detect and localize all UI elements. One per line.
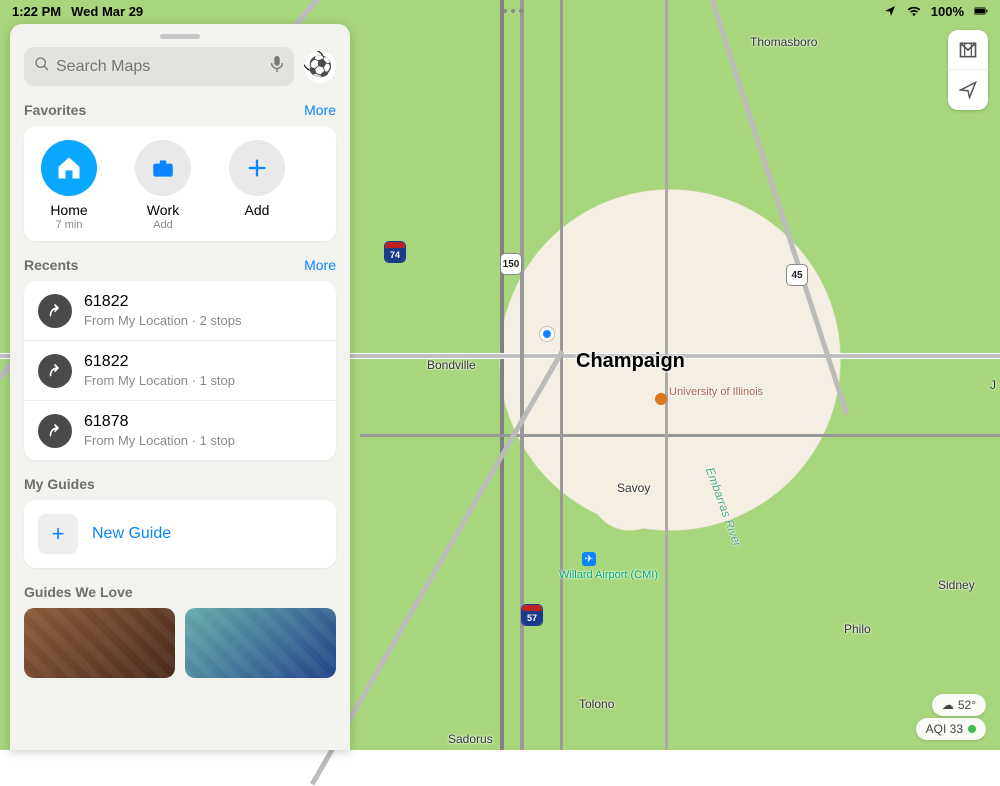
plus-icon [229,140,285,196]
map-label: Philo [844,622,871,636]
profile-avatar[interactable]: ⚽ [304,51,336,83]
favorite-work[interactable]: Work Add [124,140,202,231]
location-services-icon [883,4,897,18]
plus-icon: + [38,514,78,554]
recents-card: 61822 From My Location · 2 stops 61822 Fro… [24,281,336,460]
recents-more-link[interactable]: More [304,257,336,273]
status-time: 1:22 PM [12,4,61,19]
recent-title: 61822 [84,293,242,311]
route-shield-us45: 45 [786,264,808,286]
current-location-dot [540,327,554,341]
map-label: Sidney [938,578,975,592]
recent-subtitle: From My Location · 2 stops [84,313,242,328]
aqi-status-dot [968,725,976,733]
route-shield-us150: 150 [500,253,522,275]
multitask-dots[interactable] [503,9,523,13]
recents-heading: Recents [24,257,78,273]
locate-me-button[interactable] [948,70,988,110]
favorite-add[interactable]: Add [218,140,296,231]
favorite-sublabel: 7 min [30,219,108,231]
map-label: University of Illinois [669,386,763,398]
map-label: Embarras River [703,465,745,548]
cloud-icon: ☁︎ [942,698,954,712]
recent-title: 61878 [84,413,235,431]
guide-tile[interactable] [24,608,175,678]
route-shield-i57: 57 [521,604,543,626]
recent-title: 61822 [84,353,235,371]
weather-pill[interactable]: ☁︎ 52° [932,694,986,716]
battery-icon [974,4,988,18]
university-icon [655,393,667,405]
briefcase-icon [135,140,191,196]
map-label: Thomasboro [750,35,817,49]
dictate-icon[interactable] [270,55,284,78]
house-icon [41,140,97,196]
directions-icon [38,294,72,328]
favorites-heading: Favorites [24,102,86,118]
new-guide-button[interactable]: + New Guide [24,500,336,568]
guide-tile[interactable] [185,608,336,678]
aqi-value: AQI 33 [926,722,963,736]
recent-subtitle: From My Location · 1 stop [84,433,235,448]
search-field-container[interactable] [24,47,294,86]
map-label: Sadorus [448,732,493,746]
route-shield-i74: 74 [384,241,406,263]
search-sidebar: ⚽ Favorites More Home 7 min Work Add Add… [10,24,350,750]
weather-temp: 52° [958,698,976,712]
directions-icon [38,414,72,448]
aqi-pill[interactable]: AQI 33 [916,718,986,740]
map-label: Tolono [579,697,614,711]
new-guide-label: New Guide [92,525,171,543]
drag-handle[interactable] [160,34,200,39]
map-label: J [990,378,996,392]
city-label-champaign: Champaign [576,350,685,373]
status-bar: 1:22 PM Wed Mar 29 100% [0,0,1000,22]
favorite-home[interactable]: Home 7 min [30,140,108,231]
status-date: Wed Mar 29 [71,4,143,19]
search-input[interactable] [56,58,264,76]
status-battery-pct: 100% [931,4,964,19]
favorites-card: Home 7 min Work Add Add [24,126,336,241]
recent-item[interactable]: 61822 From My Location · 2 stops [24,281,336,341]
wifi-icon [907,4,921,18]
airport-icon: ✈ [582,552,596,566]
map-layers-button[interactable] [948,30,988,70]
map-label: Savoy [617,481,650,495]
favorite-label: Add [218,202,296,218]
favorite-sublabel: Add [124,219,202,231]
recent-subtitle: From My Location · 1 stop [84,373,235,388]
recent-item[interactable]: 61822 From My Location · 1 stop [24,341,336,401]
favorite-label: Work [124,202,202,218]
guides-we-love-row [24,608,336,678]
map-mode-controls [948,30,988,110]
guides-we-love-heading: Guides We Love [24,584,133,600]
map-label: Willard Airport (CMI) [559,569,658,581]
directions-icon [38,354,72,388]
favorites-more-link[interactable]: More [304,102,336,118]
favorite-label: Home [30,202,108,218]
map-label: Bondville [427,358,476,372]
recent-item[interactable]: 61878 From My Location · 1 stop [24,401,336,460]
search-icon [34,56,50,77]
my-guides-heading: My Guides [24,476,95,492]
